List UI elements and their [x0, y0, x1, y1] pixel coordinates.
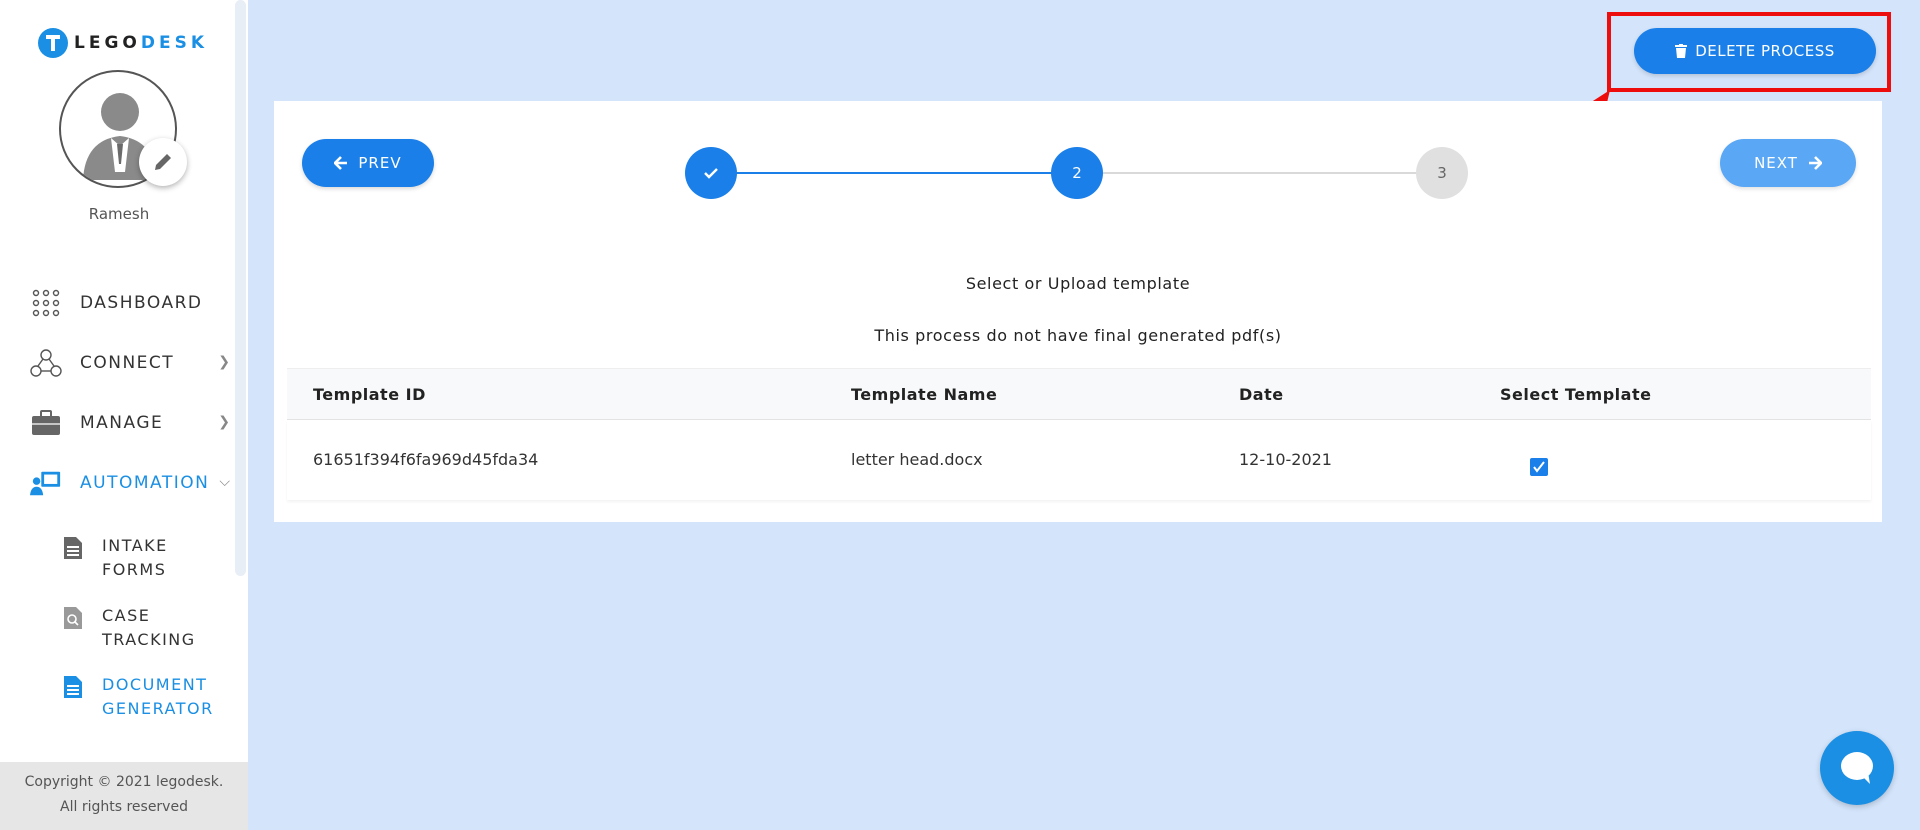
sidebar-subitem-label: CASE TRACKING	[102, 604, 232, 652]
sidebar-subitem-intake-forms[interactable]: INTAKE FORMS	[62, 534, 232, 582]
sidebar-item-label: CONNECT	[80, 353, 175, 373]
section-heading: Select or Upload template	[965, 274, 1191, 293]
grid-dots-icon	[30, 288, 62, 318]
annotation-highlight-box	[1607, 12, 1891, 92]
subitem-line1: DOCUMENT	[102, 675, 208, 694]
document-icon	[64, 537, 82, 559]
sidebar-item-label: DASHBOARD	[80, 293, 203, 313]
subitem-line2: FORMS	[102, 560, 167, 579]
table-row[interactable]: 61651f394f6fa969d45fda34 letter head.doc…	[287, 420, 1871, 500]
no-pdf-message: This process do not have final generated…	[874, 326, 1282, 345]
arrow-left-icon	[334, 156, 348, 170]
step-2-current[interactable]: 2	[1051, 147, 1103, 199]
sidebar-subitem-case-tracking[interactable]: CASE TRACKING	[62, 604, 232, 652]
sidebar-subitem-label: INTAKE FORMS	[102, 534, 232, 582]
avatar-edit-button[interactable]	[139, 138, 187, 186]
sidebar-item-connect[interactable]: CONNECT ❯	[30, 348, 230, 378]
sidebar-subitem-document-generator[interactable]: DOCUMENT GENERATOR	[62, 673, 232, 721]
arrow-right-icon	[1808, 156, 1822, 170]
sidebar: LEGODESK Ramesh DASHBOARD CONNECT ❯ MANA…	[0, 0, 248, 830]
subitem-line1: INTAKE	[102, 536, 168, 555]
subitem-line1: CASE	[102, 606, 151, 625]
stepper-line-complete	[715, 172, 1055, 174]
copyright-line1: Copyright © 2021 legodesk.	[24, 774, 224, 790]
logo-text-lego: LEGO	[74, 33, 141, 53]
template-name-cell: letter head.docx	[851, 450, 983, 469]
sidebar-item-manage[interactable]: MANAGE ❯	[30, 408, 230, 438]
template-table: Template ID Template Name Date Select Te…	[287, 368, 1871, 500]
brand-logo[interactable]: LEGODESK	[38, 28, 208, 58]
stepper-line-pending	[1085, 172, 1439, 174]
next-button[interactable]: NEXT	[1720, 139, 1856, 187]
template-id-cell: 61651f394f6fa969d45fda34	[313, 450, 539, 469]
stepper: 2 3	[685, 146, 1468, 200]
select-template-checkbox[interactable]	[1530, 458, 1548, 476]
chevron-down-icon: ⌵	[219, 474, 230, 490]
subitem-line2: TRACKING	[102, 630, 196, 649]
column-header-date: Date	[1239, 385, 1284, 404]
logo-icon	[38, 28, 68, 58]
step-3-pending[interactable]: 3	[1416, 147, 1468, 199]
document-blue-icon	[64, 676, 82, 698]
process-card: PREV 2 3 NEXT Select or Upload template …	[274, 101, 1882, 522]
chat-button[interactable]	[1820, 731, 1894, 805]
automation-monitor-icon	[30, 468, 62, 498]
column-header-select-template: Select Template	[1500, 385, 1652, 404]
copyright: Copyright © 2021 legodesk. All rights re…	[0, 762, 248, 830]
logo-text-desk: DESK	[140, 33, 209, 53]
logo-text: LEGODESK	[74, 33, 208, 53]
document-search-icon	[64, 607, 82, 629]
chevron-right-icon: ❯	[218, 354, 230, 370]
next-label: NEXT	[1754, 154, 1798, 172]
pencil-icon	[155, 154, 171, 170]
chevron-right-icon: ❯	[218, 414, 230, 430]
network-icon	[30, 348, 62, 378]
sidebar-item-dashboard[interactable]: DASHBOARD	[30, 288, 230, 318]
sidebar-item-label: AUTOMATION	[80, 473, 210, 493]
table-header: Template ID Template Name Date Select Te…	[287, 368, 1871, 420]
sidebar-item-automation[interactable]: AUTOMATION ⌵	[30, 468, 230, 498]
subitem-line2: GENERATOR	[102, 699, 214, 718]
sidebar-subitem-label: DOCUMENT GENERATOR	[102, 673, 232, 721]
checkmark-icon	[704, 168, 718, 179]
briefcase-icon	[30, 408, 62, 438]
chat-bubble-icon	[1841, 752, 1873, 784]
step-1-complete[interactable]	[685, 147, 737, 199]
prev-label: PREV	[358, 154, 402, 172]
prev-button[interactable]: PREV	[302, 139, 434, 187]
column-header-template-name: Template Name	[851, 385, 998, 404]
sidebar-scrollbar[interactable]	[235, 0, 246, 576]
checkmark-icon	[1533, 461, 1545, 473]
user-name: Ramesh	[88, 205, 150, 223]
column-header-template-id: Template ID	[313, 385, 426, 404]
sidebar-item-label: MANAGE	[80, 413, 164, 433]
template-date-cell: 12-10-2021	[1239, 450, 1332, 469]
copyright-line2: All rights reserved	[60, 799, 188, 815]
